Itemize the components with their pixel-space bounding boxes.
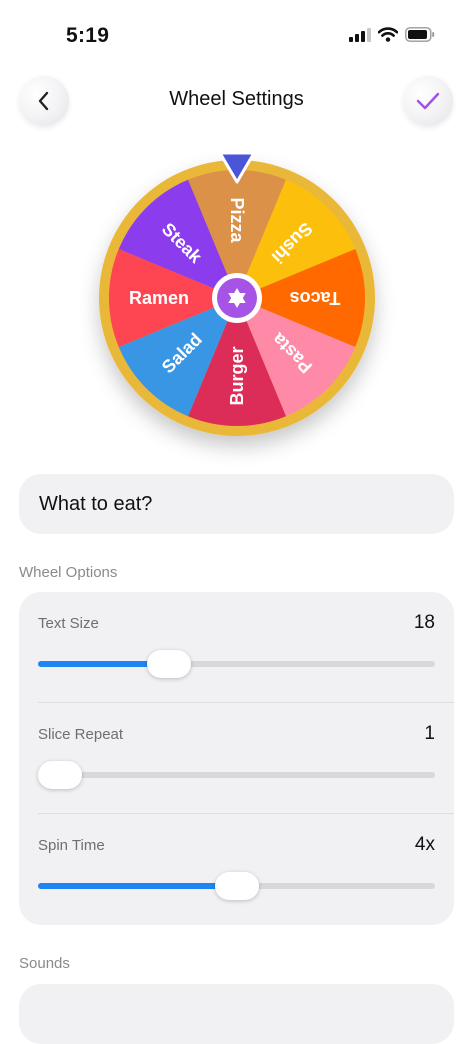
status-icons bbox=[349, 27, 435, 42]
spin-time-value: 4x bbox=[414, 834, 435, 855]
spin-wheel[interactable]: Pizza Sushi Tacos Pasta Burger Salad Ramen Stea… bbox=[97, 148, 377, 448]
slider-track bbox=[38, 772, 435, 778]
signal-icon bbox=[349, 27, 371, 42]
slider-fill bbox=[38, 883, 237, 889]
wheel-graphic[interactable]: Pizza SushiTacosPastaBurgerSaladRamenStea… bbox=[97, 148, 377, 448]
slice-repeat-value: 1 bbox=[424, 723, 435, 744]
text-size-slider[interactable] bbox=[38, 650, 435, 678]
spin-time-label: Spin Time bbox=[38, 837, 105, 854]
wheel-name-field[interactable] bbox=[19, 474, 454, 534]
wheel-name-input[interactable] bbox=[39, 492, 419, 516]
wheel-slice-label: Ramen bbox=[129, 288, 189, 308]
wheel-slice-label: Burger bbox=[227, 346, 247, 405]
slider-thumb[interactable] bbox=[147, 650, 192, 678]
text-size-label: Text Size bbox=[38, 615, 99, 632]
wifi-icon bbox=[378, 27, 398, 42]
checkmark-icon bbox=[416, 92, 440, 110]
slice-repeat-label: Slice Repeat bbox=[38, 726, 124, 743]
status-bar: 5:19 bbox=[0, 0, 473, 72]
done-button[interactable] bbox=[403, 76, 453, 126]
slice-repeat-slider[interactable] bbox=[38, 761, 435, 789]
wheel-options-title: Wheel Options bbox=[19, 564, 118, 581]
wheel-options-card: Text Size 18 Slice Repeat 1 Spin Time 4x bbox=[19, 592, 454, 925]
status-time: 5:19 bbox=[66, 24, 110, 47]
text-size-row: Text Size 18 bbox=[19, 592, 454, 703]
battery-icon bbox=[405, 27, 435, 42]
spin-time-row: Spin Time 4x bbox=[19, 814, 454, 925]
sounds-title: Sounds bbox=[19, 955, 70, 972]
slider-thumb[interactable] bbox=[214, 872, 259, 900]
sounds-card bbox=[19, 984, 454, 1044]
spin-time-slider[interactable] bbox=[38, 872, 435, 900]
slider-thumb[interactable] bbox=[38, 761, 82, 789]
wheel-slice-label: Tacos bbox=[290, 288, 341, 308]
text-size-value: 18 bbox=[413, 612, 435, 633]
wheel-slice-label: Pizza bbox=[227, 197, 247, 243]
slice-repeat-row: Slice Repeat 1 bbox=[19, 703, 454, 814]
